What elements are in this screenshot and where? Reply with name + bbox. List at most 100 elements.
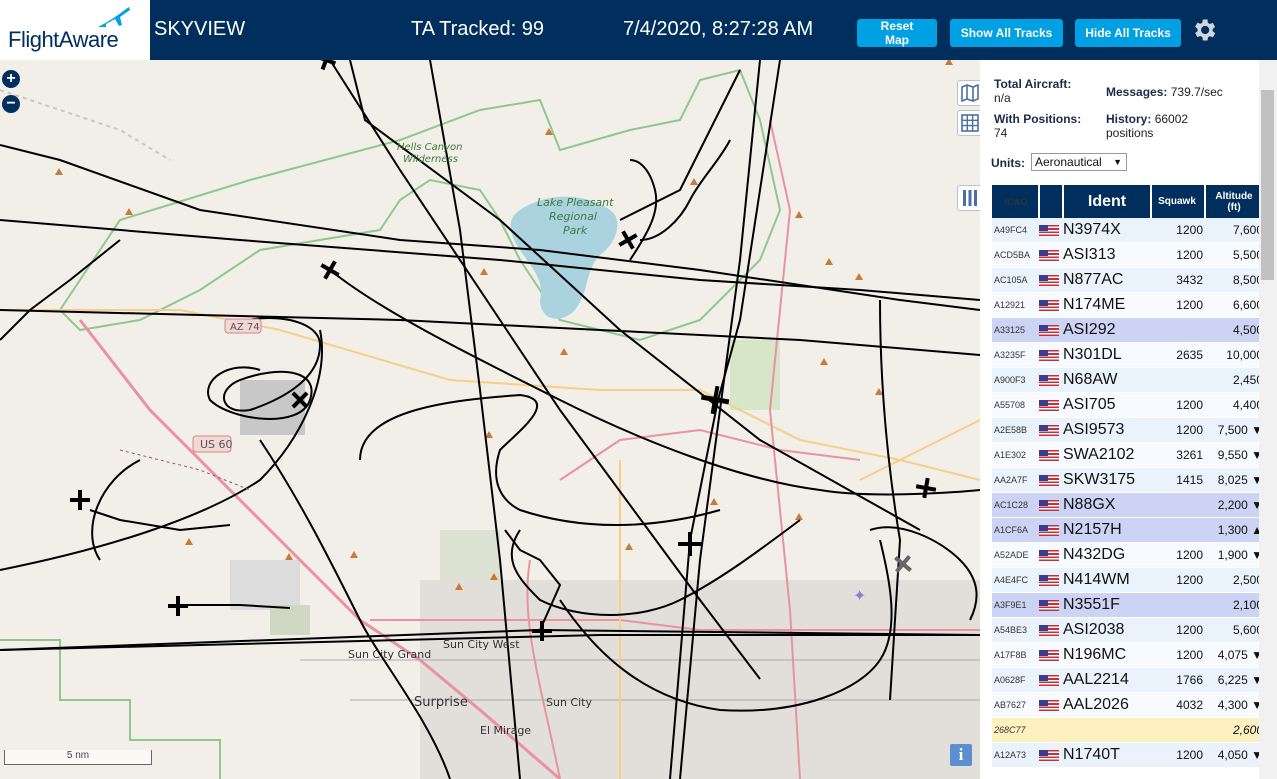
units-select[interactable]: Aeronautical ▼ [1031, 153, 1127, 171]
table-row[interactable]: A33125 ASI292 4,500 [992, 317, 1267, 343]
squawk-cell [1151, 517, 1205, 543]
icao-cell: A4E4FC [992, 567, 1039, 593]
altitude-cell: 2,500 [1205, 567, 1267, 593]
altitude-cell: 8,500 [1205, 267, 1267, 293]
map-view[interactable]: ✦ Hells Canyon Wilderness Lake Pleasant … [0, 60, 980, 779]
squawk-cell: 1200 [1151, 242, 1205, 268]
flag-cell [1039, 692, 1063, 718]
urban-area [230, 560, 300, 610]
total-aircraft-label: Total Aircraft: [994, 77, 1072, 91]
gear-icon[interactable] [1190, 16, 1218, 44]
table-row[interactable]: A12921 N174ME 1200 6,600 [992, 292, 1267, 318]
table-row[interactable]: A0628F AAL2214 1766 6,225 ▼ [992, 667, 1267, 693]
altitude-cell: 2,450 [1205, 367, 1267, 393]
zoom-out-button[interactable]: − [2, 95, 20, 113]
icao-cell: AB7627 [992, 692, 1039, 718]
table-row[interactable]: AC105A N877AC 3432 8,500 [992, 267, 1267, 293]
flag-cell [1039, 342, 1063, 368]
dashed-track [119, 449, 251, 491]
wilderness-boundary [58, 68, 782, 342]
table-row[interactable]: A3235F N301DL 2635 10,000 [992, 342, 1267, 368]
table-row[interactable]: A1CF6A N2157H 1,300 ▲ [992, 517, 1267, 543]
table-row[interactable]: AA2A7F SKW3175 1415 8,025 ▼ [992, 467, 1267, 493]
table-row[interactable]: A1E302 SWA2102 3261 9,550 ▼ [992, 442, 1267, 468]
flightaware-logo[interactable]: FlightAware [0, 0, 150, 60]
altitude-cell: 5,600 [1205, 617, 1267, 643]
table-row[interactable]: A49FC4 N3974X 1200 7,600 [992, 218, 1267, 243]
table-row[interactable]: ACD5BA ASI313 1200 5,500 [992, 242, 1267, 268]
us-flag-icon [1039, 575, 1059, 587]
altitude-cell: 5,500 [1205, 242, 1267, 268]
icao-cell: A55708 [992, 392, 1039, 418]
altitude-cell: 7,600 [1205, 218, 1267, 243]
grid-toggle-button[interactable] [957, 110, 980, 136]
tracked-count: TA Tracked: 99 [411, 18, 545, 40]
aircraft-icons[interactable] [70, 60, 938, 641]
col-icao[interactable]: ICAO [992, 185, 1040, 218]
table-row[interactable]: A55708 ASI705 1200 4,400 [992, 392, 1267, 418]
label-sun-city: Sun City [546, 696, 592, 709]
us-flag-icon [1039, 425, 1059, 437]
col-squawk[interactable]: Squawk [1151, 185, 1206, 218]
flag-cell [1039, 592, 1063, 618]
label-el-mirage: El Mirage [480, 724, 531, 737]
ident-cell: AAL2214 [1063, 667, 1151, 693]
ident-cell: ASI2038 [1063, 617, 1151, 643]
info-button[interactable]: i [950, 744, 972, 766]
reset-map-button[interactable]: Reset Map [857, 19, 937, 47]
flag-cell [1039, 292, 1063, 318]
squawk-cell: 1200 [1151, 617, 1205, 643]
table-row[interactable]: A900F3 N68AW 2,450 [992, 367, 1267, 393]
messages-value: 739.7/sec [1170, 85, 1223, 99]
flag-cell [1039, 467, 1063, 493]
ident-cell: AAL2026 [1063, 692, 1151, 718]
altitude-cell: 6,600 [1205, 292, 1267, 318]
col-flag[interactable] [1039, 185, 1064, 218]
table-row[interactable]: A3F9E1 N3551F 2,100 [992, 592, 1267, 618]
table-row[interactable]: A2E58B ASI9573 1200 7,500 ▼ [992, 417, 1267, 443]
map-canvas[interactable]: ✦ Hells Canyon Wilderness Lake Pleasant … [0, 60, 980, 779]
show-all-tracks-button[interactable]: Show All Tracks [950, 19, 1063, 47]
flag-cell [1039, 442, 1063, 468]
history-label: History: [1106, 112, 1152, 126]
ident-cell: N1740T [1063, 742, 1151, 768]
map-layers-button[interactable] [957, 80, 980, 106]
panel-scrollbar[interactable] [1259, 60, 1277, 779]
ident-cell: N414WM [1063, 567, 1151, 593]
altitude-cell: 9,550 ▼ [1205, 442, 1267, 468]
flag-cell [1039, 417, 1063, 443]
hide-all-tracks-button[interactable]: Hide All Tracks [1075, 19, 1181, 47]
col-altitude[interactable]: Altitude (ft) [1205, 185, 1268, 218]
table-row[interactable]: A54BE3 ASI2038 1200 5,600 [992, 617, 1267, 643]
squawk-cell: 3432 [1151, 267, 1205, 293]
total-aircraft-stat: Total Aircraft: n/a [994, 77, 1071, 105]
scrollbar-thumb[interactable] [1261, 90, 1274, 280]
table-row[interactable]: A17F8B N196MC 1200 4,075 ▼ [992, 642, 1267, 668]
zoom-in-button[interactable]: + [2, 70, 20, 88]
ident-cell: ASI9573 [1063, 417, 1151, 443]
squawk-cell: 4032 [1151, 692, 1205, 718]
ident-cell: N3551F [1063, 592, 1151, 618]
col-ident[interactable]: Ident [1063, 185, 1152, 218]
table-row[interactable]: A12A73 N1740T 1200 4,050 ▼ [992, 742, 1267, 768]
squawk-cell: 1200 [1151, 392, 1205, 418]
icao-cell: AA2A7F [992, 467, 1039, 493]
table-row[interactable]: 268C77 2,600 [992, 717, 1267, 743]
flag-cell [1039, 642, 1063, 668]
squawk-cell: 1200 [1151, 642, 1205, 668]
clock: 7/4/2020, 8:27:28 AM [623, 18, 814, 40]
table-row[interactable]: AB7627 AAL2026 4032 4,300 ▼ [992, 692, 1267, 718]
us-flag-icon [1039, 325, 1059, 337]
messages-stat: Messages: 739.7/sec [1106, 85, 1223, 99]
squawk-cell: 1200 [1151, 742, 1205, 768]
col-altitude-unit: (ft) [1227, 201, 1241, 213]
column-toggle-button[interactable] [957, 185, 980, 211]
table-row[interactable]: AC1C28 N88GX 2,200 ▼ [992, 492, 1267, 518]
ident-cell: SKW3175 [1063, 467, 1151, 493]
table-row[interactable]: A52ADE N432DG 1200 1,900 ▼ [992, 542, 1267, 568]
altitude-cell: 6,225 ▼ [1205, 667, 1267, 693]
road [859, 419, 980, 481]
table-row[interactable]: A4E4FC N414WM 1200 2,500 [992, 567, 1267, 593]
airport-icon: ✦ [853, 586, 866, 605]
squawk-cell [1151, 592, 1205, 618]
